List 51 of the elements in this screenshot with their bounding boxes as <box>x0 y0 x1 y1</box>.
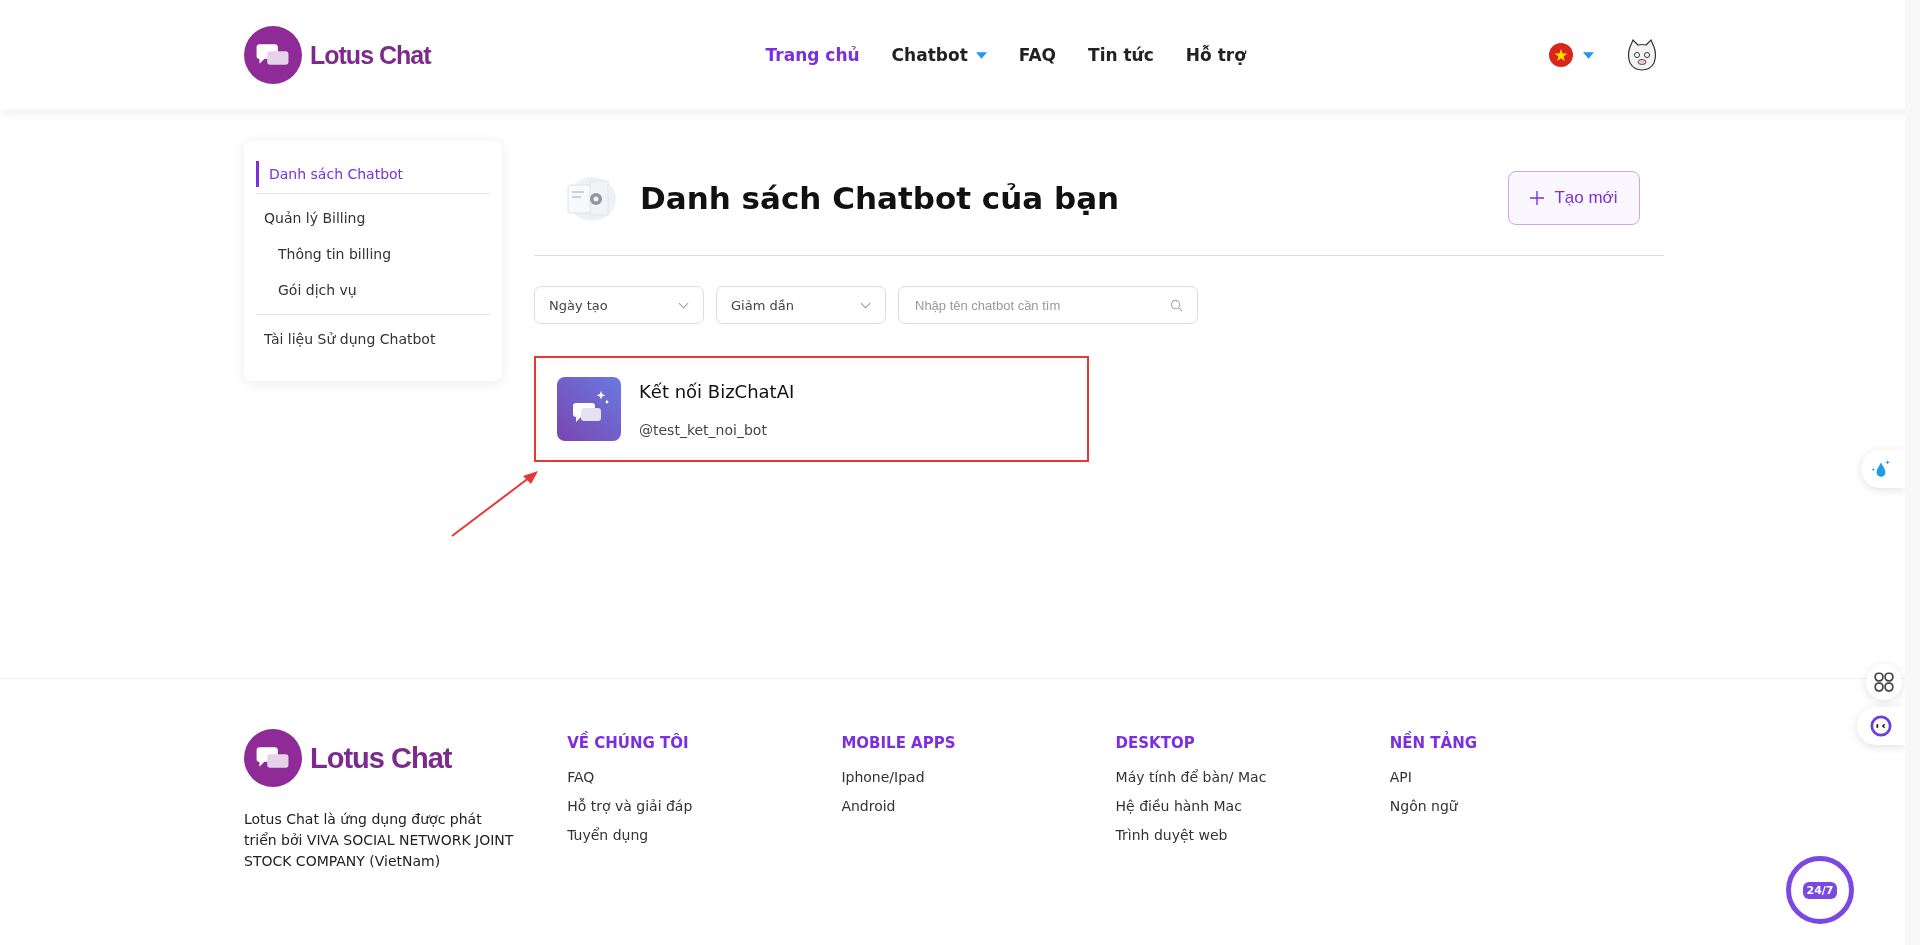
footer-link[interactable]: Ngôn ngữ <box>1389 798 1664 814</box>
sidebar-item[interactable]: Tài liệu Sử dụng Chatbot <box>256 321 490 357</box>
flag-icon[interactable] <box>1549 43 1573 67</box>
sort-dropdown[interactable]: Ngày tạo <box>534 286 704 324</box>
bot-widget-button[interactable] <box>1857 707 1905 745</box>
apps-button[interactable] <box>1866 664 1902 700</box>
create-button[interactable]: Tạo mới <box>1508 171 1640 225</box>
footer-link[interactable]: Android <box>841 798 1116 814</box>
footer-link[interactable]: Hỗ trợ và giải đáp <box>567 798 842 814</box>
page-title: Danh sách Chatbot của bạn <box>640 180 1120 216</box>
logo-icon <box>244 729 302 787</box>
robot-face-icon <box>1870 715 1892 737</box>
sort-dropdown[interactable]: Giảm dần <box>716 286 886 324</box>
scrollbar[interactable] <box>1905 0 1920 945</box>
chatbot-handle: @test_ket_noi_bot <box>639 421 768 438</box>
nav-link[interactable]: FAQ <box>1018 45 1057 65</box>
chatbot-card[interactable]: Kết nối BizChatAI @test_ket_noi_bot <box>539 361 1084 457</box>
drop-sparkle-icon <box>1870 458 1892 480</box>
footer-link[interactable]: Máy tính để bàn/ Mac <box>1115 769 1390 785</box>
nav-link[interactable]: Chatbot <box>891 45 987 65</box>
plus-icon <box>1530 191 1545 205</box>
nav-link[interactable]: Hỗ trợ <box>1185 45 1246 65</box>
footer-link[interactable]: API <box>1389 769 1664 785</box>
caret-icon[interactable] <box>1583 51 1594 59</box>
footer-link[interactable]: Hệ điều hành Mac <box>1115 798 1390 814</box>
caret-icon <box>975 51 987 59</box>
footer-link[interactable]: Iphone/Ipad <box>841 769 1116 785</box>
footer-heading: MOBILE APPS <box>841 734 957 752</box>
nav-link[interactable]: Tin tức <box>1088 45 1154 65</box>
search-icon <box>1170 298 1183 312</box>
support-chat-button[interactable]: 24/7 <box>1786 856 1854 924</box>
logo-text[interactable]: Lotus Chat <box>310 40 431 70</box>
chat-bubbles-icon <box>557 377 621 441</box>
drop-widget-button[interactable] <box>1861 450 1905 488</box>
chevron-icon <box>678 301 689 309</box>
search-field[interactable]: Nhập tên chatbot cần tìm <box>898 286 1198 324</box>
about-text: Lotus Chat là ứng dụng được phát triển bởi VIVA SOCIAL NETWORK JOINT STOCK COMPANY (VietNam) <box>244 810 514 871</box>
sidebar-item[interactable]: Gói dịch vụ <box>256 272 490 308</box>
logo-text: Lotus Chat <box>310 741 452 775</box>
grid-icon <box>1873 671 1895 693</box>
footer-heading: DESKTOP <box>1115 734 1196 752</box>
footer-link[interactable]: FAQ <box>567 769 842 785</box>
sidebar-item[interactable]: Danh sách Chatbot <box>256 161 490 187</box>
nav-link[interactable]: Trang chủ <box>765 45 860 65</box>
sidebar-item[interactable]: Thông tin billing <box>256 236 490 272</box>
footer-link[interactable]: Tuyển dụng <box>567 827 842 843</box>
chevron-icon <box>860 301 871 309</box>
sidebar-item[interactable]: Quản lý Billing <box>256 200 490 236</box>
logo-icon <box>244 26 302 84</box>
chatbot-name: Kết nối BizChatAI <box>639 380 795 402</box>
footer-link[interactable]: Trình duyệt web <box>1115 827 1390 843</box>
